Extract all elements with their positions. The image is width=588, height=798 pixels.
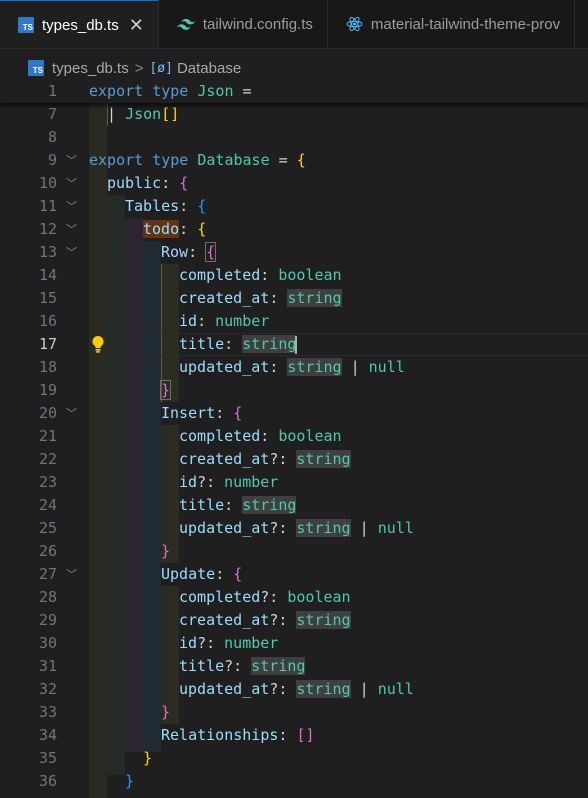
code-line: 24 title: string bbox=[38, 496, 297, 514]
code-editor[interactable]: 1 export type Json = 7 | Json[] 8 9 ﹀ ex… bbox=[0, 80, 588, 798]
chevron-down-icon[interactable]: ﹀ bbox=[66, 149, 77, 172]
code-line: 9 ﹀ export type Database = { bbox=[0, 149, 588, 172]
typescript-icon: TS bbox=[28, 60, 44, 76]
code-line: 23 id?: number bbox=[38, 473, 279, 491]
code-line: 26 } bbox=[38, 542, 171, 560]
code-line: 14 completed: boolean bbox=[38, 266, 342, 284]
current-line-highlight bbox=[89, 333, 588, 356]
code-line: 29 created_at?: string bbox=[38, 611, 351, 629]
code-line: 36 } bbox=[38, 772, 135, 790]
tailwind-icon bbox=[176, 18, 195, 30]
lightbulb-icon[interactable] bbox=[91, 335, 105, 360]
code-line: 12 ﹀ todo: { bbox=[0, 218, 588, 241]
tab-label: types_db.ts bbox=[42, 16, 119, 34]
code-line: 34 Relationships: [] bbox=[38, 726, 315, 744]
code-line-current: 17 title: string bbox=[0, 333, 588, 356]
code-line: 35 } bbox=[38, 749, 153, 767]
chevron-down-icon[interactable]: ﹀ bbox=[66, 241, 77, 264]
chevron-down-icon[interactable]: ﹀ bbox=[66, 402, 77, 425]
code-line: 20 ﹀ Insert: { bbox=[0, 402, 588, 425]
code-line: 18 updated_at: string | null bbox=[38, 358, 405, 376]
sticky-scroll-header[interactable]: 1 export type Json = bbox=[0, 80, 588, 103]
chevron-down-icon[interactable]: ﹀ bbox=[66, 172, 77, 195]
text-cursor bbox=[295, 335, 298, 354]
code-line: 28 completed?: boolean bbox=[38, 588, 351, 606]
code-line: 15 created_at: string bbox=[38, 289, 342, 307]
code-line: 10 ﹀ public: { bbox=[0, 172, 588, 195]
code-line: 25 updated_at?: string | null bbox=[38, 519, 414, 537]
chevron-down-icon[interactable]: ﹀ bbox=[66, 218, 77, 241]
code-line: 8 bbox=[47, 128, 57, 146]
code-line: 19 } bbox=[38, 380, 172, 400]
vscode-window: TS types_db.ts ✕ tailwind.config.ts mate… bbox=[0, 0, 588, 798]
code-line: 16 id: number bbox=[38, 312, 270, 330]
react-icon bbox=[346, 16, 363, 32]
code-line: 33 } bbox=[38, 703, 171, 721]
code-line: 7 | Json[] bbox=[47, 105, 180, 123]
breadcrumb-file[interactable]: types_db.ts bbox=[52, 60, 129, 77]
code-line: 32 updated_at?: string | null bbox=[38, 680, 414, 698]
editor-tab-bar: TS types_db.ts ✕ tailwind.config.ts mate… bbox=[0, 0, 588, 49]
tab-label: material-tailwind-theme-prov bbox=[370, 15, 561, 33]
tab-material-tailwind-theme-provider[interactable]: material-tailwind-theme-prov bbox=[328, 0, 576, 48]
close-icon[interactable]: ✕ bbox=[129, 16, 144, 34]
chevron-down-icon[interactable]: ﹀ bbox=[66, 195, 77, 218]
tab-label: tailwind.config.ts bbox=[202, 15, 313, 33]
breadcrumb-symbol[interactable]: Database bbox=[177, 60, 241, 77]
chevron-down-icon[interactable]: ﹀ bbox=[66, 563, 77, 586]
code-line: 21 completed: boolean bbox=[38, 427, 342, 445]
code-line: 31 title?: string bbox=[38, 657, 306, 675]
tab-types-db[interactable]: TS types_db.ts ✕ bbox=[0, 0, 159, 48]
symbol-variable-icon: [ø] bbox=[149, 60, 173, 76]
code-line: 11 ﹀ Tables: { bbox=[0, 195, 588, 218]
code-line: 1 export type Json = bbox=[47, 82, 252, 100]
breadcrumb: TS types_db.ts > [ø] Database bbox=[0, 56, 588, 80]
code-line: 13 ﹀ Row: { bbox=[0, 241, 588, 264]
chevron-right-icon: > bbox=[134, 59, 144, 77]
code-line: 22 created_at?: string bbox=[38, 450, 351, 468]
code-line: 27 ﹀ Update: { bbox=[0, 563, 588, 586]
code-line: 30 id?: number bbox=[38, 634, 279, 652]
tab-tailwind-config[interactable]: tailwind.config.ts bbox=[159, 0, 328, 48]
typescript-icon: TS bbox=[18, 17, 34, 33]
